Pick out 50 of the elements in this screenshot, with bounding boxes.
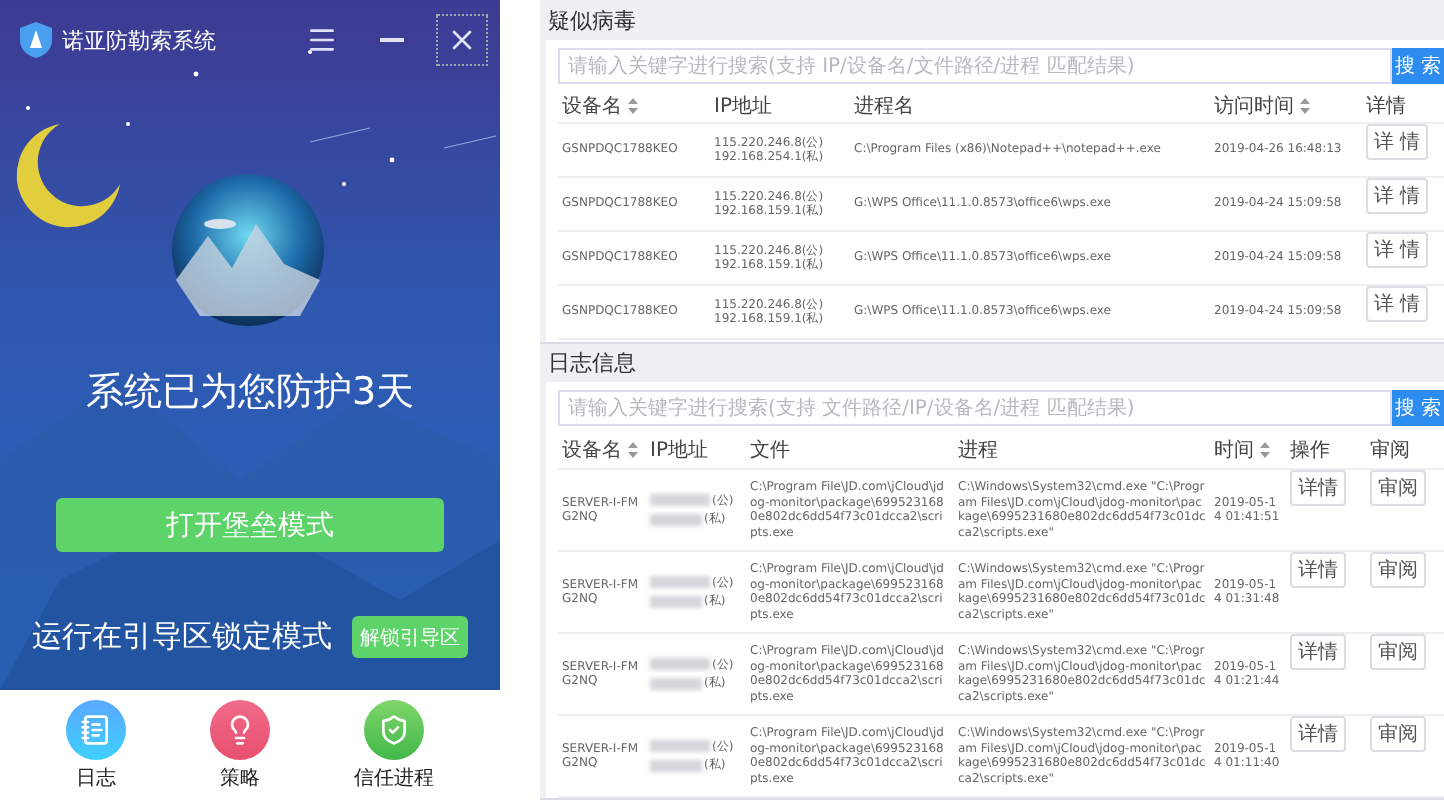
details-button[interactable]: 详情: [1290, 552, 1346, 588]
redacted-text: [650, 576, 710, 589]
details-button[interactable]: 详情: [1290, 634, 1346, 670]
column-header: IP地址: [714, 93, 772, 119]
column-header: IP地址: [650, 437, 708, 463]
menu-icon: [306, 24, 338, 56]
review-button[interactable]: 审阅: [1370, 470, 1426, 506]
column-header: 详情: [1366, 93, 1406, 119]
column-header: 操作: [1290, 437, 1330, 463]
column-header: 进程名: [854, 93, 914, 119]
column-header: 访问时间: [1214, 93, 1294, 119]
redacted-text: [650, 677, 702, 690]
redacted-text: [650, 494, 710, 507]
redacted-text: [650, 658, 710, 671]
notebook-icon: [80, 713, 112, 745]
redacted-text: [650, 513, 702, 526]
minimize-icon: [380, 38, 404, 42]
redacted-text: [650, 759, 702, 772]
search-field[interactable]: 请输入关键字进行搜索(支持 IP/设备名/文件路径/进程 匹配结果): [558, 48, 1392, 84]
column-header: 文件: [750, 437, 790, 463]
shield-check-icon: [378, 713, 410, 745]
column-header: 进程: [958, 437, 998, 463]
details-button[interactable]: 详 情: [1366, 232, 1429, 268]
details-button[interactable]: 详 情: [1366, 286, 1429, 322]
details-button[interactable]: 详 情: [1366, 178, 1429, 214]
sort-icon[interactable]: [1260, 441, 1270, 457]
details-button[interactable]: 详 情: [1366, 124, 1429, 160]
search-field[interactable]: 请输入关键字进行搜索(支持 文件路径/IP/设备名/进程 匹配结果): [558, 390, 1392, 426]
details-button[interactable]: 详情: [1290, 470, 1346, 506]
review-button[interactable]: 审阅: [1370, 634, 1426, 670]
sort-icon[interactable]: [628, 441, 638, 457]
protection-status: 系统已为您防护3天: [85, 368, 415, 418]
boot-mode-status: 运行在引导区锁定模式: [32, 618, 332, 656]
column-header: 时间: [1214, 437, 1254, 463]
column-header: 设备名: [562, 93, 622, 119]
window-title: 诺亚防勒索系统: [62, 25, 218, 55]
review-button[interactable]: 审阅: [1370, 716, 1426, 752]
redacted-text: [650, 740, 710, 753]
shield-sail-logo-icon: [20, 22, 52, 58]
column-header: 设备名: [562, 437, 622, 463]
sort-icon[interactable]: [628, 97, 638, 113]
details-button[interactable]: 详情: [1290, 716, 1346, 752]
sort-icon[interactable]: [1300, 97, 1310, 113]
section-title: 疑似病毒: [546, 5, 638, 37]
nav-item[interactable]: 信任进程: [354, 699, 434, 791]
redacted-text: [650, 595, 702, 608]
section-title: 日志信息: [546, 348, 638, 380]
review-button[interactable]: 审阅: [1370, 552, 1426, 588]
close-button[interactable]: [436, 14, 488, 66]
column-header: 审阅: [1370, 437, 1410, 463]
